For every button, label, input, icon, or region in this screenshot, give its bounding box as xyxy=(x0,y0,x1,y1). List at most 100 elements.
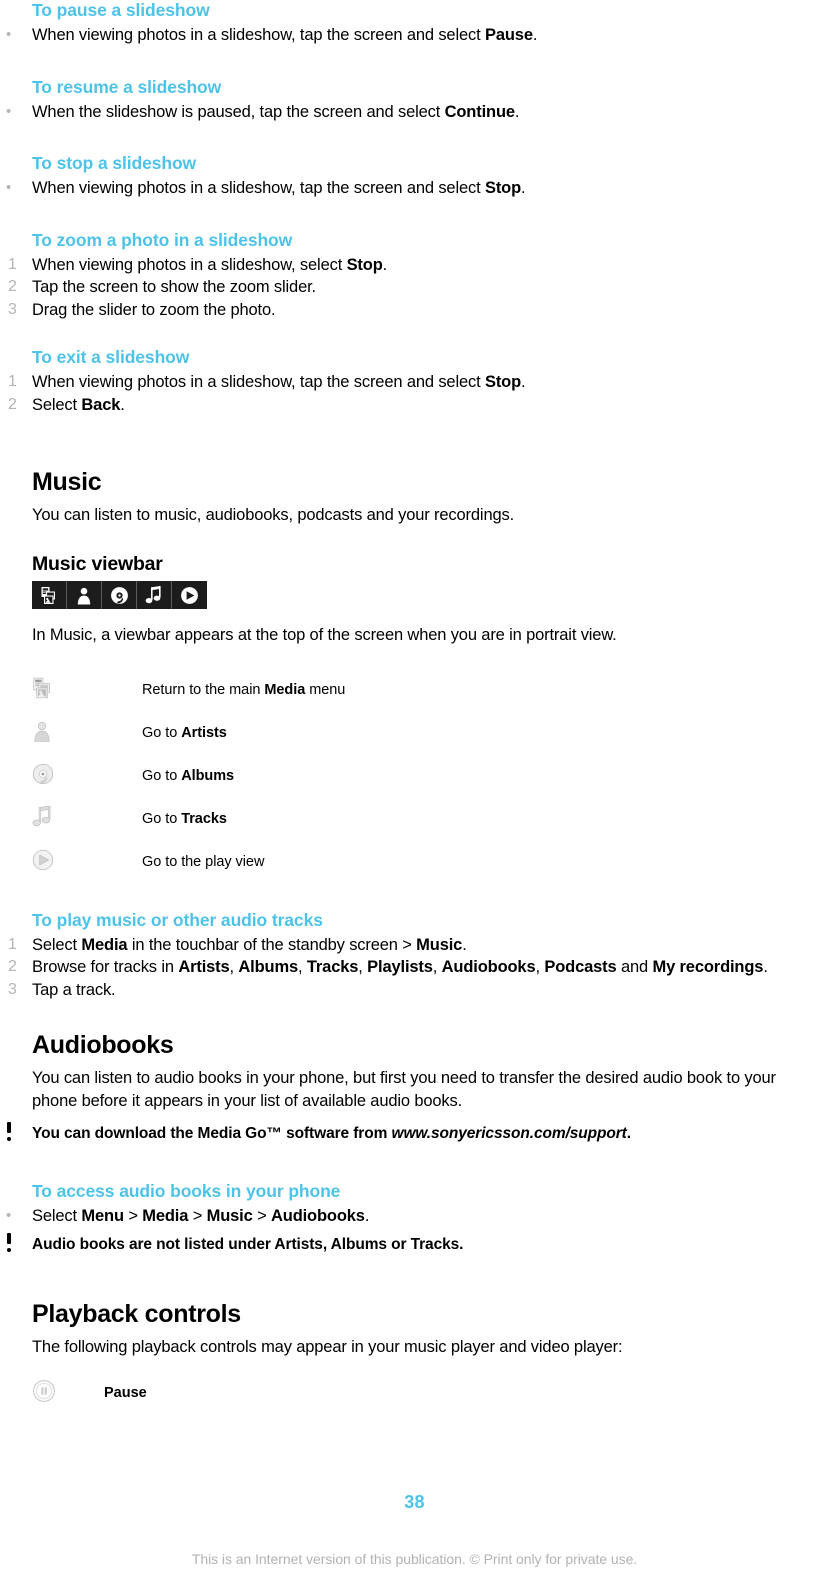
step-number: 2 xyxy=(8,395,17,413)
text-post: . xyxy=(382,255,388,274)
pause-slideshow-list: • When viewing photos in a slideshow, ta… xyxy=(0,24,819,47)
heading-to-exit-slideshow: To exit a slideshow xyxy=(32,347,190,367)
bullet-marker: • xyxy=(6,26,12,43)
viewbar-button-artists[interactable] xyxy=(67,581,102,609)
text-bold: Artists xyxy=(181,724,227,741)
heading-to-access-audio-books: To access audio books in your phone xyxy=(32,1181,341,1201)
play-view-icon xyxy=(32,849,142,876)
list-item-text: When viewing photos in a slideshow, tap … xyxy=(32,24,819,47)
heading-to-zoom-photo-slideshow: To zoom a photo in a slideshow xyxy=(32,229,293,250)
table-row: Go to Albums xyxy=(32,755,792,798)
text-pre: When viewing photos in a slideshow, tap … xyxy=(32,179,485,197)
list-item: 3 Tap a track. xyxy=(0,979,819,1002)
text-bold-tracks: Tracks xyxy=(306,958,359,976)
sep-3: > xyxy=(252,1207,271,1225)
step-number: 3 xyxy=(8,980,17,998)
tip-text: You can download the Media Go™ software … xyxy=(32,1123,819,1145)
table-row: Go to the play view xyxy=(32,841,792,884)
bullet-marker: • xyxy=(6,1207,12,1224)
list-item: • When viewing photos in a slideshow, ta… xyxy=(0,177,819,200)
text-pre: Select xyxy=(32,395,82,414)
playback-controls-table: Pause xyxy=(32,1377,792,1411)
text-bold-media: Media xyxy=(142,1207,189,1225)
heading-to-pause-slideshow: To pause a slideshow xyxy=(32,0,210,20)
heading-music: Music xyxy=(32,468,102,496)
table-row: Pause xyxy=(32,1377,792,1411)
table-row: Go to Artists xyxy=(32,712,792,755)
list-item: 1 Select Media in the touchbar of the st… xyxy=(0,934,819,957)
note-audio-books-listing: Audio books are not listed under Artists… xyxy=(0,1232,819,1256)
list-item-text: Select Back. xyxy=(32,394,819,417)
text-pre: Go to xyxy=(142,767,182,784)
text-pre: When viewing photos in a slideshow, sele… xyxy=(32,255,347,274)
list-item: • When the slideshow is paused, tap the … xyxy=(0,101,819,124)
text-a: Select xyxy=(32,935,82,954)
table-cell-description: Go to Albums xyxy=(142,755,792,798)
text-bold: Continue xyxy=(444,102,515,121)
sep: , xyxy=(298,958,307,976)
access-audiobooks-list: • Select Menu > Media > Music > Audioboo… xyxy=(0,1205,819,1228)
table-cell-description: Return to the main Media menu xyxy=(142,669,792,712)
table-cell-description: Go to Tracks xyxy=(142,798,792,841)
text-bold: Tracks xyxy=(181,810,227,827)
viewbar-button-media[interactable] xyxy=(32,581,67,609)
text-bold: Stop xyxy=(484,179,522,197)
track-note-icon xyxy=(32,805,142,833)
text-bold: Pause xyxy=(484,26,533,44)
step-number: 1 xyxy=(8,255,17,273)
text-a: Browse for tracks in xyxy=(32,958,179,976)
text-pre: Go to xyxy=(142,724,182,741)
play-view-icon xyxy=(180,586,199,605)
heading-playback-controls: Playback controls xyxy=(32,1299,241,1328)
table-cell-icon xyxy=(32,755,142,798)
artist-person-icon xyxy=(76,586,92,605)
text-bold: Albums xyxy=(181,767,235,784)
viewbar-icon-table: Return to the main Media menu Go to Arti… xyxy=(32,669,792,884)
text-bold: Stop xyxy=(484,373,522,391)
sep-1: > xyxy=(123,1207,143,1225)
table-cell-icon xyxy=(32,669,142,712)
viewbar-button-tracks[interactable] xyxy=(137,581,172,609)
pause-circle-icon xyxy=(32,1379,104,1408)
text-bold-audiobooks: Audiobooks xyxy=(271,1207,365,1225)
music-viewbar[interactable] xyxy=(32,581,207,609)
text-bold-albums: Albums xyxy=(238,958,299,976)
list-item-text: Select Menu > Media > Music > Audiobooks… xyxy=(32,1205,819,1228)
album-disc-icon xyxy=(32,763,142,790)
text-bold-audiobooks: Audiobooks xyxy=(441,958,536,976)
artist-person-icon xyxy=(32,720,142,747)
list-item: 3 Drag the slider to zoom the photo. xyxy=(0,299,819,322)
viewbar-button-albums[interactable] xyxy=(102,581,137,609)
list-item-text: Browse for tracks in Artists, Albums, Tr… xyxy=(32,956,819,979)
bullet-marker: • xyxy=(6,179,12,196)
text-post: . xyxy=(514,102,520,121)
text-pre: You can download the Media Go™ software … xyxy=(32,1125,392,1142)
step-number: 2 xyxy=(8,278,17,295)
list-item-text: Select Media in the touchbar of the stan… xyxy=(32,934,819,957)
text-end: . xyxy=(364,1207,370,1225)
note-text: Audio books are not listed under Artists… xyxy=(32,1235,464,1253)
text-pre: Return to the main xyxy=(142,681,265,698)
text-bold-music: Music xyxy=(206,1207,253,1225)
resume-slideshow-list: • When the slideshow is paused, tap the … xyxy=(0,101,819,124)
sep-2: > xyxy=(188,1207,207,1225)
list-item: 2 Tap the screen to show the zoom slider… xyxy=(0,276,819,299)
text-c: . xyxy=(462,935,467,954)
exit-slideshow-steps: 1 When viewing photos in a slideshow, ta… xyxy=(0,371,819,416)
heading-music-viewbar: Music viewbar xyxy=(32,553,163,575)
viewbar-button-play-view[interactable] xyxy=(172,581,207,609)
text-a: Select xyxy=(32,1207,82,1225)
text-bold-media: Media xyxy=(81,935,128,954)
text-pre: When viewing photos in a slideshow, tap … xyxy=(32,373,485,391)
bullet-marker: • xyxy=(6,102,12,120)
list-item: • When viewing photos in a slideshow, ta… xyxy=(0,24,819,47)
list-item-text: When viewing photos in a slideshow, tap … xyxy=(32,371,819,394)
sep: , xyxy=(358,958,368,976)
list-item: 2 Browse for tracks in Artists, Albums, … xyxy=(0,956,819,979)
table-cell-icon xyxy=(32,798,142,841)
track-note-icon xyxy=(145,585,163,605)
table-cell-icon xyxy=(32,712,142,755)
list-item-text: When viewing photos in a slideshow, sele… xyxy=(32,254,819,277)
list-item: • Select Menu > Media > Music > Audioboo… xyxy=(0,1205,819,1228)
zoom-photo-steps: 1 When viewing photos in a slideshow, se… xyxy=(0,254,819,322)
